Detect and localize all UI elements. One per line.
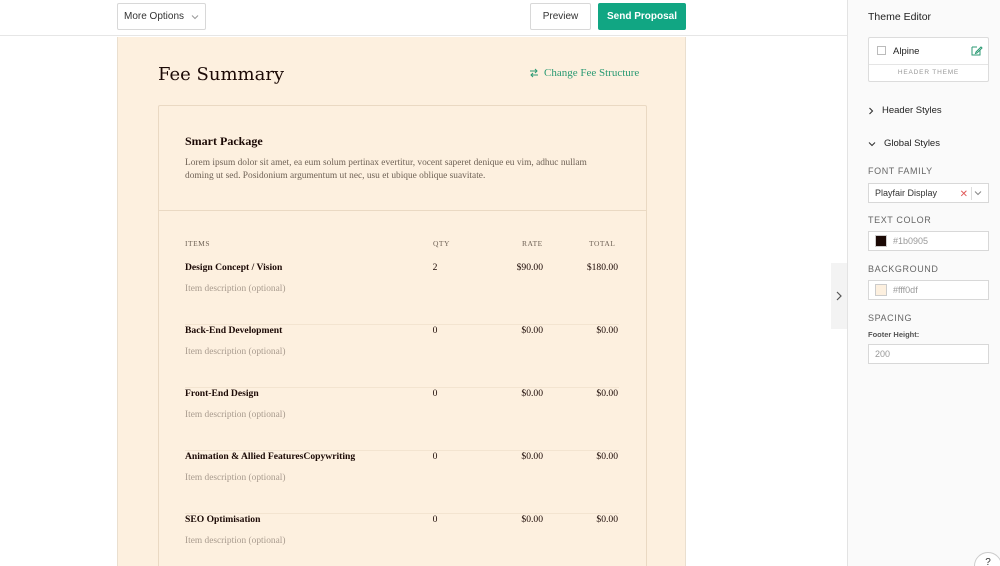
more-options-button[interactable]: More Options [117, 3, 206, 30]
item-total: $180.00 [586, 262, 618, 273]
package-title[interactable]: Smart Package [185, 134, 263, 149]
item-rate[interactable]: $0.00 [485, 325, 543, 336]
clear-icon[interactable]: ✕ [960, 189, 968, 200]
change-fee-structure-label: Change Fee Structure [544, 67, 640, 79]
background-color-field[interactable]: #fff0df [868, 280, 989, 300]
item-total: $0.00 [596, 514, 618, 525]
editor-canvas: More Options Preview Send Proposal Fee S… [0, 0, 847, 566]
preview-button[interactable]: Preview [530, 3, 591, 30]
font-family-value: Playfair Display [875, 188, 938, 198]
footer-height-input[interactable]: 200 [868, 344, 989, 364]
global-styles-section[interactable]: Global Styles [868, 138, 940, 149]
change-fee-structure-link[interactable]: Change Fee Structure [529, 67, 639, 79]
column-header-rate: RATE [522, 239, 543, 248]
item-total: $0.00 [596, 325, 618, 336]
item-description[interactable]: Item description (optional) [185, 347, 286, 357]
page-title: Fee Summary [158, 64, 285, 85]
footer-height-label: Footer Height: [868, 330, 920, 339]
proposal-page: Fee Summary Change Fee Structure Smart P… [117, 37, 686, 566]
item-rate[interactable]: $0.00 [485, 514, 543, 525]
item-name[interactable]: Animation & Allied FeaturesCopywriting [185, 451, 355, 462]
header-styles-section[interactable]: Header Styles [868, 105, 942, 116]
panel-title: Theme Editor [868, 11, 932, 23]
theme-card-top: Alpine [869, 38, 988, 65]
item-name[interactable]: Design Concept / Vision [185, 262, 282, 273]
toolbar: More Options Preview Send Proposal [0, 0, 847, 36]
edit-icon[interactable] [970, 44, 983, 57]
item-total: $0.00 [596, 451, 618, 462]
more-options-label: More Options [123, 11, 185, 22]
send-proposal-label: Send Proposal [606, 11, 677, 22]
package-description[interactable]: Lorem ipsum dolor sit amet, ea eum solum… [185, 157, 615, 183]
theme-editor-panel: Theme Editor Alpine HEADER THEME Header … [847, 0, 1000, 566]
chevron-down-icon [191, 14, 199, 19]
column-header-total: TOTAL [589, 239, 616, 248]
swap-arrows-icon [530, 68, 538, 78]
global-styles-label: Global Styles [884, 138, 940, 149]
text-color-label: TEXT COLOR [868, 215, 932, 225]
item-name[interactable]: Back-End Development [185, 325, 282, 336]
item-description[interactable]: Item description (optional) [185, 410, 286, 420]
column-header-items: ITEMS [185, 239, 210, 248]
chevron-right-icon [836, 291, 842, 301]
header-theme-card[interactable]: Alpine HEADER THEME [868, 37, 989, 82]
table-row: Animation & Allied FeaturesCopywriting I… [185, 451, 619, 514]
item-qty[interactable]: 2 [425, 262, 445, 273]
table-header: ITEMS QTY RATE TOTAL [185, 239, 619, 251]
send-proposal-button[interactable]: Send Proposal [598, 3, 686, 30]
header-styles-label: Header Styles [882, 105, 942, 116]
item-qty[interactable]: 0 [425, 388, 445, 399]
item-rate[interactable]: $0.00 [485, 388, 543, 399]
chevron-right-icon [869, 107, 874, 114]
item-rate[interactable]: $0.00 [485, 451, 543, 462]
item-qty[interactable]: 0 [425, 325, 445, 336]
item-description[interactable]: Item description (optional) [185, 536, 286, 546]
divider [159, 210, 646, 211]
sidebar-toggle-button[interactable] [831, 263, 847, 329]
color-swatch[interactable] [875, 235, 887, 247]
text-color-field[interactable]: #1b0905 [868, 231, 989, 251]
preview-label: Preview [542, 11, 579, 22]
text-color-input[interactable]: #1b0905 [893, 236, 928, 246]
item-description[interactable]: Item description (optional) [185, 284, 286, 294]
fee-package-card: Smart Package Lorem ipsum dolor sit amet… [158, 105, 647, 566]
column-header-qty: QTY [433, 239, 450, 248]
chevron-down-icon [868, 141, 876, 146]
footer-height-placeholder: 200 [875, 349, 891, 359]
font-family-label: FONT FAMILY [868, 166, 933, 176]
divider [971, 187, 972, 200]
theme-name: Alpine [893, 46, 920, 57]
theme-card-label: HEADER THEME [897, 69, 960, 76]
item-rate[interactable]: $90.00 [485, 262, 543, 273]
background-color-input[interactable]: #fff0df [893, 285, 918, 295]
spacing-label: SPACING [868, 313, 913, 323]
color-swatch[interactable] [875, 284, 887, 296]
font-family-select[interactable]: Playfair Display ✕ [868, 183, 989, 203]
table-row: Back-End Development Item description (o… [185, 325, 619, 388]
item-total: $0.00 [596, 388, 618, 399]
item-description[interactable]: Item description (optional) [185, 473, 286, 483]
background-label: BACKGROUND [868, 264, 939, 274]
theme-square-icon [877, 46, 886, 55]
table-row: Front-End Design Item description (optio… [185, 388, 619, 451]
item-qty[interactable]: 0 [425, 451, 445, 462]
item-name[interactable]: Front-End Design [185, 388, 259, 399]
help-label: ? [985, 557, 991, 566]
item-name[interactable]: SEO Optimisation [185, 514, 260, 525]
chevron-down-icon [974, 191, 982, 196]
item-qty[interactable]: 0 [425, 514, 445, 525]
table-row: Design Concept / Vision Item description… [185, 262, 619, 325]
table-row: SEO Optimisation Item description (optio… [185, 514, 619, 566]
